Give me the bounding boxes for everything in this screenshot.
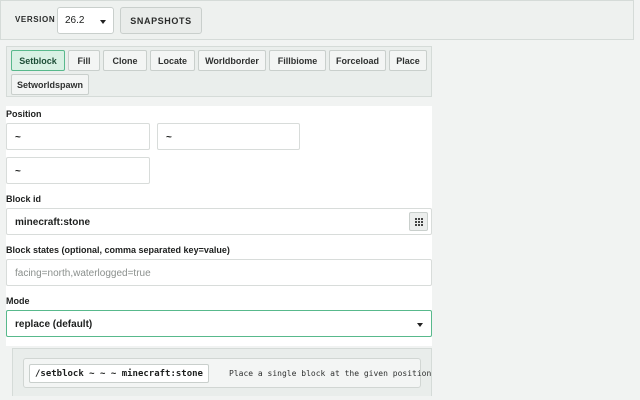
command-row: /setblock ~ ~ ~ minecraft:stone Place a … xyxy=(23,358,431,388)
chevron-down-icon xyxy=(417,323,423,327)
version-value: 26.2 xyxy=(65,15,85,26)
tab-setworldspawn[interactable]: Setworldspawn xyxy=(11,74,89,95)
mode-select[interactable]: replace (default) xyxy=(6,310,432,337)
setblock-form: Position ~ ~ ~ Block id minecraft:stone … xyxy=(6,106,432,346)
position-label: Position xyxy=(6,109,42,119)
block-states-label: Block states (optional, comma separated … xyxy=(6,245,230,255)
chevron-down-icon xyxy=(100,20,106,24)
version-select[interactable]: 26.2 xyxy=(57,7,114,34)
snapshots-button[interactable]: SNAPSHOTS xyxy=(120,7,202,34)
top-bar: VERSION 26.2 SNAPSHOTS xyxy=(0,0,634,40)
position-y-input[interactable]: ~ xyxy=(157,123,300,150)
tab-fill[interactable]: Fill xyxy=(68,50,100,71)
mode-label: Mode xyxy=(6,296,30,306)
block-id-label: Block id xyxy=(6,194,42,204)
command-output: /setblock ~ ~ ~ minecraft:stone Place a … xyxy=(12,348,432,396)
command-description: Place a single block at the given positi… xyxy=(229,369,432,378)
tab-clone[interactable]: Clone xyxy=(103,50,147,71)
block-id-input[interactable]: minecraft:stone xyxy=(6,208,432,235)
tab-place[interactable]: Place xyxy=(389,50,427,71)
tab-worldborder[interactable]: Worldborder xyxy=(198,50,266,71)
block-id-value: minecraft:stone xyxy=(15,217,91,228)
block-picker-button[interactable] xyxy=(409,212,428,231)
position-z-input[interactable]: ~ xyxy=(6,157,150,184)
block-states-input[interactable]: facing=north,waterlogged=true xyxy=(6,259,432,286)
mode-value: replace (default) xyxy=(15,319,93,330)
position-x-input[interactable]: ~ xyxy=(6,123,150,150)
command-tabs: Setblock Fill Clone Locate Worldborder F… xyxy=(6,46,432,97)
tab-setblock[interactable]: Setblock xyxy=(11,50,65,71)
grid-icon xyxy=(415,218,423,226)
tab-fillbiome[interactable]: Fillbiome xyxy=(269,50,326,71)
command-text[interactable]: /setblock ~ ~ ~ minecraft:stone xyxy=(29,364,209,383)
tab-locate[interactable]: Locate xyxy=(150,50,195,71)
version-label: VERSION xyxy=(15,15,56,24)
tab-forceload[interactable]: Forceload xyxy=(329,50,386,71)
